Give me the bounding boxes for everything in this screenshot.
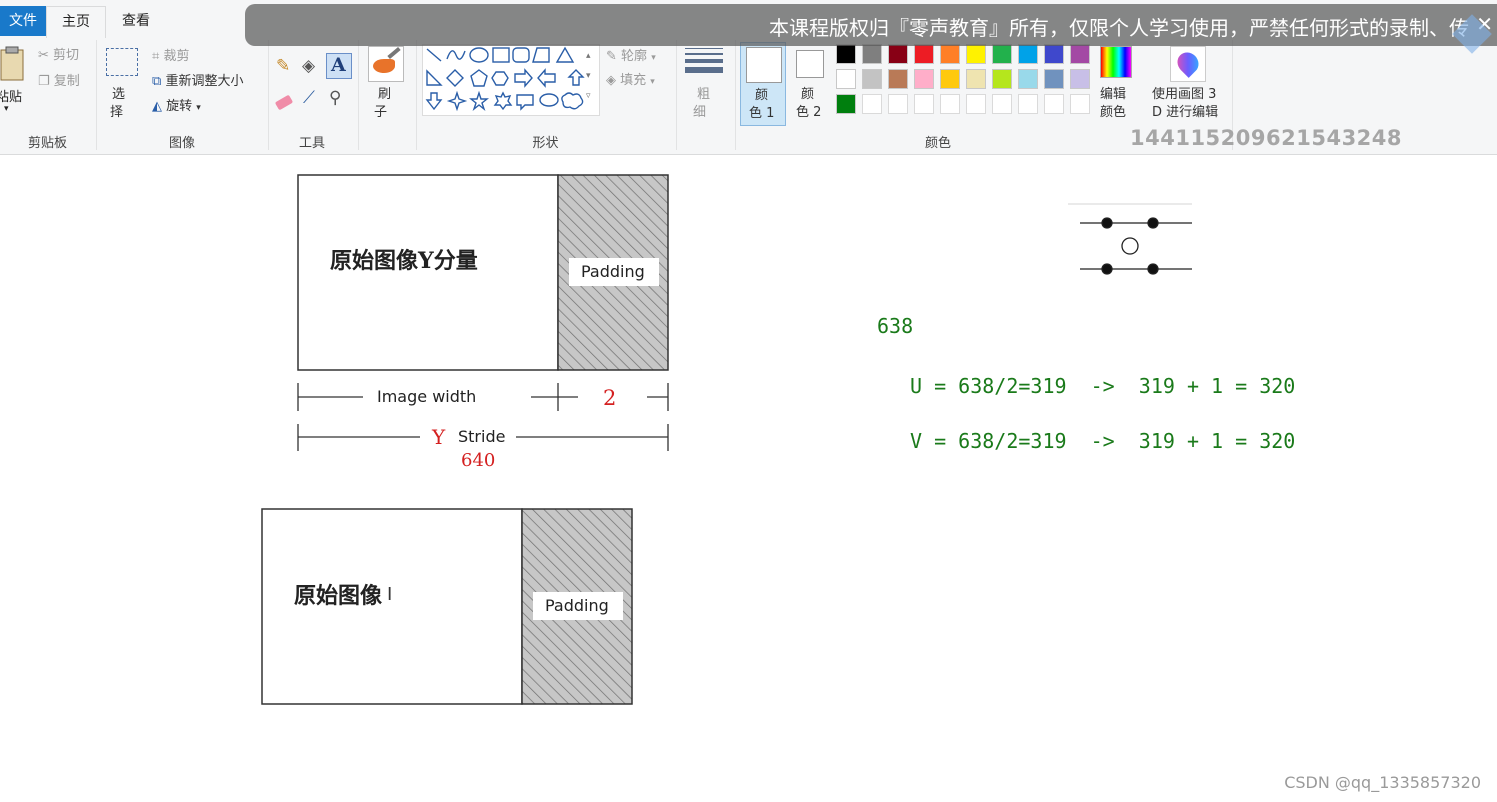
diagram-y-plane [261,174,1192,705]
note-v-line: V = 638/2=319 -> 319 + 1 = 320 [910,429,1296,453]
diagram2-title: 原始图像 [294,583,383,609]
image-width-label: Image width [377,387,477,406]
y-label: Y [432,425,446,449]
sampling-sketch [1068,203,1192,275]
note-638: 638 [877,314,914,338]
diagram1-title: 原始图像Y分量 [330,248,478,274]
text-cursor-icon: I [387,584,393,605]
pad-value: 2 [603,386,617,410]
note-u-line: U = 638/2=319 -> 319 + 1 = 320 [910,374,1296,398]
csdn-watermark: CSDN @qq_1335857320 [1284,773,1481,792]
stride-label: Stride [458,427,506,446]
padding-label-2: Padding [545,596,609,615]
stride-value: 640 [461,450,496,471]
padding-label: Padding [581,262,645,281]
